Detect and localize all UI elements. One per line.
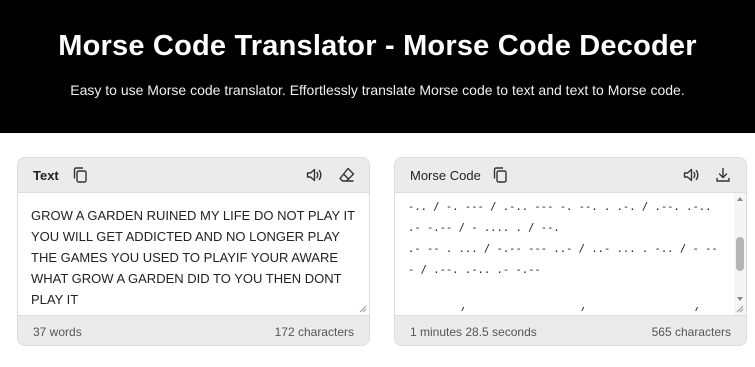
resize-handle[interactable]	[359, 305, 367, 313]
char-count: 172 characters	[274, 325, 354, 339]
morse-panel-footer: 1 minutes 28.5 seconds 565 characters	[395, 316, 746, 345]
text-input-content: GROW A GARDEN RUINED MY LIFE DO NOT PLAY…	[31, 208, 355, 307]
audio-duration: 1 minutes 28.5 seconds	[410, 325, 537, 339]
resize-handle[interactable]	[736, 305, 744, 313]
scrollbar[interactable]	[734, 193, 746, 315]
morse-output-content: -.. / -. --- / .-.. --- -. --. . .-. / .…	[408, 201, 718, 311]
char-count: 565 characters	[651, 325, 731, 339]
morse-panel: Morse Code -.. / -. --- / .-.. --- -. --…	[394, 157, 747, 346]
speaker-icon[interactable]	[305, 166, 323, 184]
morse-output[interactable]: -.. / -. --- / .-.. --- -. --. . .-. / .…	[395, 192, 746, 316]
word-count: 37 words	[33, 325, 82, 339]
page-subtitle: Easy to use Morse code translator. Effor…	[70, 82, 685, 98]
text-panel-footer: 37 words 172 characters	[18, 316, 369, 345]
text-panel-title: Text	[33, 168, 59, 183]
copy-icon[interactable]	[491, 166, 509, 184]
speaker-icon[interactable]	[682, 166, 700, 184]
eraser-icon[interactable]	[338, 166, 356, 184]
morse-panel-header: Morse Code	[395, 158, 746, 192]
copy-icon[interactable]	[71, 166, 89, 184]
page-header: Morse Code Translator - Morse Code Decod…	[0, 0, 755, 133]
text-panel: Text GROW A GARDEN RUINED MY LIFE DO NOT…	[17, 157, 370, 346]
scroll-down-arrow-icon[interactable]	[737, 297, 743, 301]
page-title: Morse Code Translator - Morse Code Decod…	[58, 30, 697, 62]
text-input[interactable]: GROW A GARDEN RUINED MY LIFE DO NOT PLAY…	[18, 192, 369, 316]
scrollbar-thumb[interactable]	[736, 237, 744, 271]
scroll-up-arrow-icon[interactable]	[737, 197, 743, 201]
morse-panel-title: Morse Code	[410, 168, 481, 183]
download-icon[interactable]	[714, 166, 732, 184]
text-panel-header: Text	[18, 158, 369, 192]
